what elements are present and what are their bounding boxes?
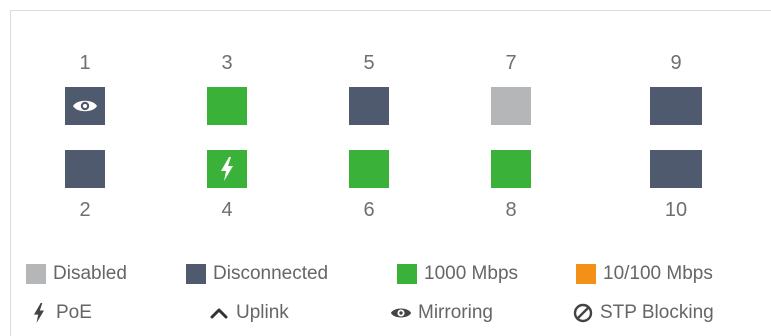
port-number-10: 10 — [664, 199, 688, 221]
legend-disabled-label: Disabled — [53, 263, 127, 284]
chevron-up-icon — [208, 302, 230, 324]
port-4[interactable] — [207, 150, 247, 188]
legend-1000-mbps: 1000 Mbps — [397, 260, 518, 288]
speed-10-100-swatch — [576, 264, 596, 284]
port-2[interactable] — [65, 150, 105, 188]
eye-icon — [390, 302, 412, 324]
port-number-4: 4 — [221, 199, 233, 221]
legend-uplink: Uplink — [208, 299, 289, 327]
legend-stp-blocking-label: STP Blocking — [600, 302, 714, 323]
legend-uplink-label: Uplink — [236, 302, 289, 323]
port-7[interactable] — [491, 87, 531, 125]
legend-1000-mbps-label: 1000 Mbps — [424, 263, 519, 284]
port-8[interactable] — [491, 150, 531, 188]
legend-status-row: Disabled Disconnected 1000 Mbps 10/100 M… — [26, 260, 766, 288]
legend-disconnected: Disconnected — [186, 260, 328, 288]
legend-disconnected-label: Disconnected — [213, 263, 329, 284]
eye-icon — [65, 87, 105, 125]
disabled-swatch — [26, 264, 46, 284]
legend-poe: PoE — [28, 299, 92, 327]
legend-disabled: Disabled — [26, 260, 127, 288]
port-5[interactable] — [349, 87, 389, 125]
blocked-circle-icon — [572, 302, 594, 324]
lightning-bolt-icon — [28, 302, 50, 324]
legend-mirroring: Mirroring — [390, 299, 493, 327]
legend-mirroring-label: Mirroring — [418, 302, 493, 323]
legend-stp-blocking: STP Blocking — [572, 299, 714, 327]
port-9[interactable] — [650, 87, 702, 125]
port-6[interactable] — [349, 150, 389, 188]
legend-poe-label: PoE — [56, 302, 92, 323]
legend-feature-row: PoE Uplink Mirroring STP Blocking — [26, 299, 766, 327]
port-1[interactable] — [65, 87, 105, 125]
port-number-8: 8 — [505, 199, 517, 221]
speed-1000-swatch — [397, 264, 417, 284]
port-number-9: 9 — [670, 52, 682, 74]
disconnected-swatch — [186, 264, 206, 284]
port-number-5: 5 — [363, 52, 375, 74]
port-3[interactable] — [207, 87, 247, 125]
legend-10-100-mbps: 10/100 Mbps — [576, 260, 713, 288]
port-10[interactable] — [650, 150, 702, 188]
legend-10-100-mbps-label: 10/100 Mbps — [603, 263, 713, 284]
port-number-1: 1 — [79, 52, 91, 74]
port-number-3: 3 — [221, 52, 233, 74]
port-number-7: 7 — [505, 52, 517, 74]
port-number-6: 6 — [363, 199, 375, 221]
port-number-2: 2 — [79, 199, 91, 221]
lightning-bolt-icon — [207, 150, 247, 188]
